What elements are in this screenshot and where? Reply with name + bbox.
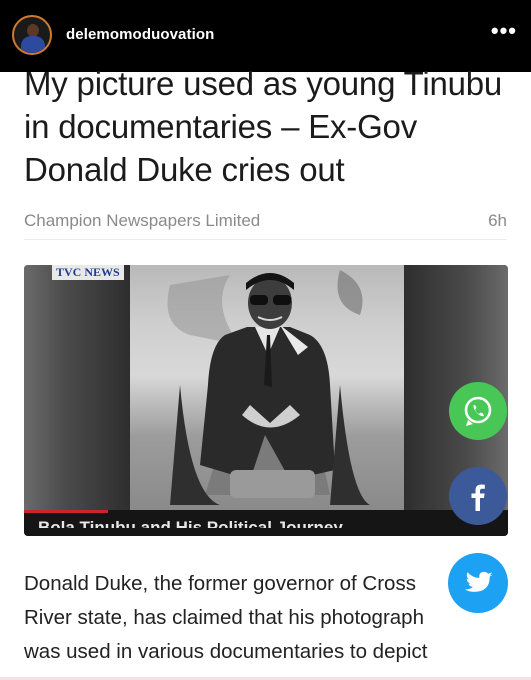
tvc-news-logo: TVC NEWS (52, 265, 124, 280)
article-body: Donald Duke, the former governor of Cros… (24, 567, 494, 669)
image-blur-left (24, 265, 130, 536)
photo-scene (130, 265, 404, 510)
avatar[interactable] (12, 15, 52, 55)
facebook-icon (471, 484, 485, 511)
article-body-line: Donald Duke, the former governor of Cros… (24, 572, 416, 595)
image-caption: Bola Tinubu and His Political Journey (38, 518, 343, 528)
whatsapp-icon (464, 396, 492, 426)
article-body-line: River state, has claimed that his photog… (24, 606, 424, 629)
article-timestamp: 6h (488, 211, 507, 230)
young-man-photo (167, 270, 370, 505)
caption-accent-bar (24, 510, 108, 513)
article-headline: My picture used as young Tinubu in docum… (24, 65, 503, 188)
more-options-icon[interactable]: ••• (491, 20, 517, 42)
article-source[interactable]: Champion Newspapers Limited (24, 211, 260, 231)
twitter-icon (464, 571, 493, 592)
article-image[interactable]: TVC NEWS Bola Tinubu and His Political J… (24, 265, 508, 536)
divider (24, 239, 507, 240)
avatar-body-shape (21, 36, 45, 53)
twitter-share-button[interactable] (448, 553, 508, 613)
whatsapp-share-button[interactable] (449, 382, 507, 440)
facebook-share-button[interactable] (449, 467, 507, 525)
article-body-line: was used in various documentaries to dep… (24, 640, 428, 663)
username-link[interactable]: delemomoduovation (66, 26, 214, 43)
